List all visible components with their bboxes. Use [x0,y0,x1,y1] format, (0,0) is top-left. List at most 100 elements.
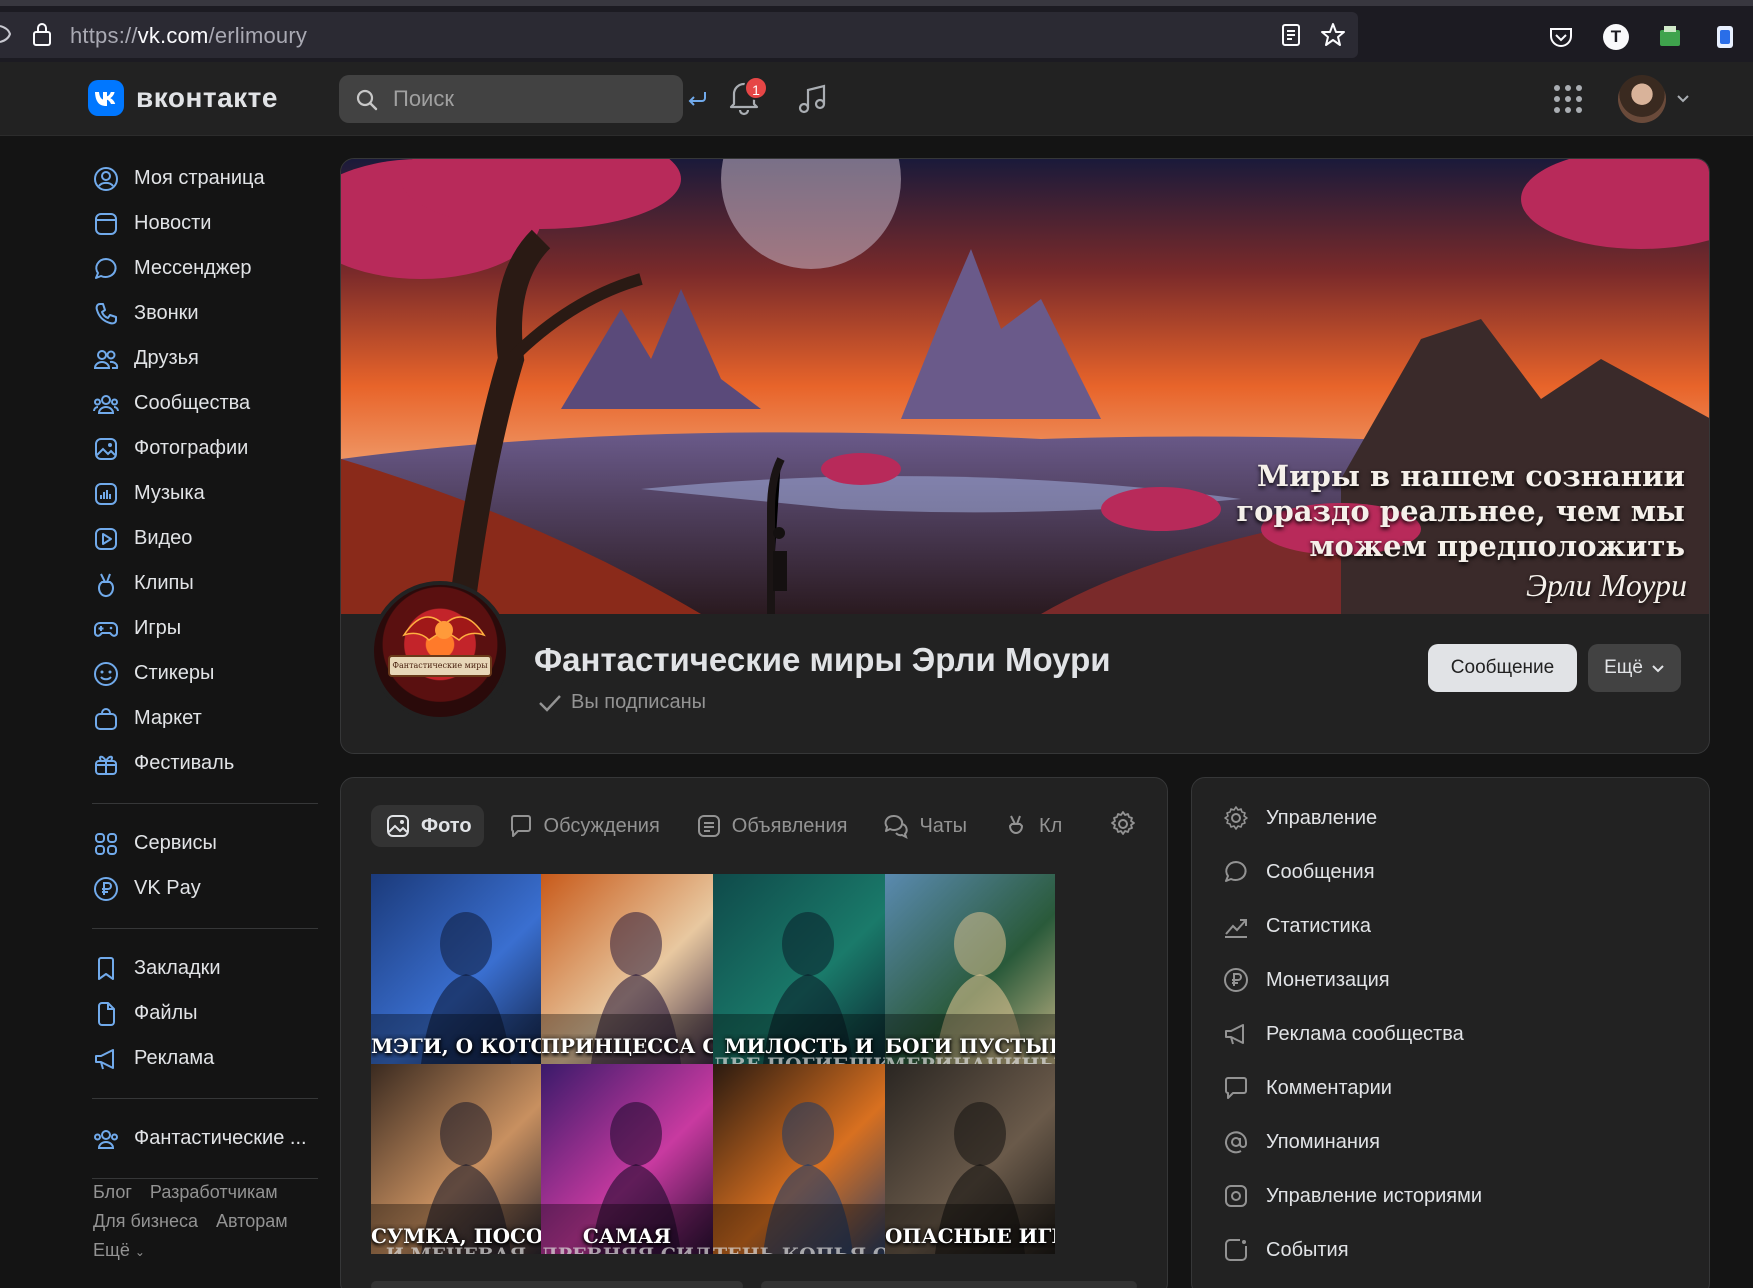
sidebar-item-my-page[interactable]: Моя страница [92,156,318,201]
sidebar-item-games[interactable]: Игры [92,606,318,651]
photo-tile[interactable]: ТЕНЬ КОПЬЯ ОВО [713,1064,885,1254]
notification-badge: 1 [744,76,768,100]
search-box[interactable] [339,75,683,123]
mgmt-item-monetization[interactable]: Монетизация [1222,960,1390,1000]
phone-icon [95,302,117,324]
enter-arrow-icon[interactable] [686,90,708,108]
url-path: /erlimoury [208,23,308,48]
more-button[interactable]: Ещё [1588,644,1681,692]
mgmt-item-events[interactable]: События [1222,1230,1349,1270]
clips-icon [1009,815,1024,834]
photo-tile[interactable]: БОГИ ПУСТЫНЬМЕРИНАЧИНЫ [885,874,1055,1064]
url-host: vk.com [137,23,209,48]
tracking-shield-icon[interactable] [0,24,12,44]
sidebar-item-friends[interactable]: Друзья [92,336,318,381]
tab-label: Кл [1039,814,1063,837]
sidebar-item-messenger[interactable]: Мессенджер [92,246,318,291]
sidebar-item-bookmarks[interactable]: Закладки [92,946,318,991]
sidebar-item-services[interactable]: Сервисы [92,821,318,866]
bookmark-star-icon[interactable] [1320,22,1346,48]
mgmt-item-label: Упоминания [1266,1130,1380,1153]
footer-link-blog[interactable]: Блог [93,1182,132,1202]
music-icon[interactable] [796,82,830,116]
mgmt-item-mentions[interactable]: Упоминания [1222,1122,1380,1162]
mgmt-item-label: Статистика [1266,914,1372,937]
reader-view-icon[interactable] [1279,23,1303,47]
community-avatar[interactable]: Фантастические миры · Эрли Моури [370,581,510,721]
sidebar-item-music[interactable]: Музыка [92,471,318,516]
user-avatar[interactable] [1618,75,1666,123]
photo-tile[interactable]: ОПАСНЫЕ ИГРЫ [885,1064,1055,1254]
cover-signature: Эрли Моури [1525,567,1687,603]
pocket-icon[interactable] [1548,24,1574,50]
mgmt-item-community-ads[interactable]: Реклама сообщества [1222,1014,1464,1054]
sidebar-item-stickers[interactable]: Стикеры [92,651,318,696]
sidebar-item-ads[interactable]: Реклама [92,1036,318,1081]
sidebar-item-label: Сообщества [134,392,251,414]
photo-tile[interactable]: МИЛОСТЬ ИДВЕ ПОГИБШИ [713,874,885,1064]
sidebar-item-communities[interactable]: Сообщества [92,381,318,426]
gamepad-icon [94,621,118,637]
vk-logo-text[interactable]: вконтакте [136,82,278,114]
sidebar-item-label: VK Pay [134,877,201,899]
sidebar-item-files[interactable]: Файлы [92,991,318,1036]
vk-logo-icon[interactable] [88,80,124,116]
footer-link-authors[interactable]: Авторам [216,1211,288,1231]
sidebar-item-community[interactable]: Фантастические ... [92,1116,318,1161]
tab-label: Объявления [731,814,848,837]
message-button[interactable]: Сообщение [1428,644,1577,692]
photo-icon [95,437,117,460]
gift-icon [95,755,117,775]
sidebar-item-news[interactable]: Новости [92,201,318,246]
photo-caption: ПРИНЦЕССА С [541,1034,713,1058]
footer-link-more[interactable]: Ещё ⌄ [93,1240,145,1260]
sidebar-item-clips[interactable]: Клипы [92,561,318,606]
message-icon [95,257,117,279]
tabs-settings-gear-icon[interactable] [1108,809,1138,839]
sidebar-services-group: Сервисы VK Pay [92,821,318,911]
tab-chats[interactable]: Чаты [869,805,979,847]
sidebar-item-festival[interactable]: Фестиваль [92,741,318,786]
cover-quote: Миры в нашем сознании гораздо реальнее, … [1236,459,1685,564]
mgmt-item-manage[interactable]: Управление [1222,798,1377,838]
tab-announcements[interactable]: Объявления [682,805,860,847]
footer-link-developers[interactable]: Разработчикам [150,1182,278,1202]
tab-label: Фото [421,814,472,837]
address-bar[interactable]: https://vk.com/erlimoury [0,12,1358,58]
apps-grid-icon[interactable] [1553,84,1583,114]
lock-icon[interactable] [30,21,54,47]
chart-icon [1225,919,1247,938]
photo-tile[interactable]: САМАЯДРЕВНЯЯ СИЛА [541,1064,713,1254]
checkmark-icon [539,694,561,712]
mgmt-item-stories[interactable]: Управление историями [1222,1176,1482,1216]
photo-tile[interactable]: ПРИНЦЕССА С [541,874,713,1064]
sidebar-item-label: Реклама [134,1047,215,1069]
mgmt-item-messages[interactable]: Сообщения [1222,852,1375,892]
mgmt-item-label: Сообщения [1266,860,1375,883]
photo-tile[interactable]: СУМКА, ПОСОХИ МЕЧЕВАЯ [371,1064,541,1254]
search-input[interactable] [393,75,673,123]
sidebar-item-photos[interactable]: Фотографии [92,426,318,471]
extension-blue-icon[interactable] [1712,24,1738,50]
mgmt-item-statistics[interactable]: Статистика [1222,906,1371,946]
tab-discussions[interactable]: Обсуждения [494,805,672,847]
sidebar-item-vk-pay[interactable]: VK Pay [92,866,318,911]
subscribed-status[interactable]: Вы подписаны [537,691,706,714]
sidebar-item-calls[interactable]: Звонки [92,291,318,336]
photo-tile[interactable]: МЭГИ, О КОТОРОЙ [371,874,541,1064]
mgmt-item-comments[interactable]: Комментарии [1222,1068,1392,1108]
at-icon [1225,1131,1247,1154]
extension-t-icon[interactable]: T [1603,24,1629,50]
chevron-down-icon[interactable] [1676,94,1690,104]
footer-link-business[interactable]: Для бизнеса [93,1211,198,1231]
sidebar-item-video[interactable]: Видео [92,516,318,561]
tab-clips[interactable]: Кл [989,805,1074,847]
community-name: Фантастические миры Эрли Моури [534,641,1111,678]
tab-photos[interactable]: Фото [371,805,484,847]
extension-green-icon[interactable] [1657,24,1683,50]
stories-icon [1225,1185,1247,1207]
sidebar-item-label: Фотографии [134,437,249,459]
url-text[interactable]: https://vk.com/erlimoury [70,23,307,49]
sidebar-item-market[interactable]: Маркет [92,696,318,741]
photo-caption-secondary: ДВЕ ПОГИБШИ [713,1054,885,1064]
